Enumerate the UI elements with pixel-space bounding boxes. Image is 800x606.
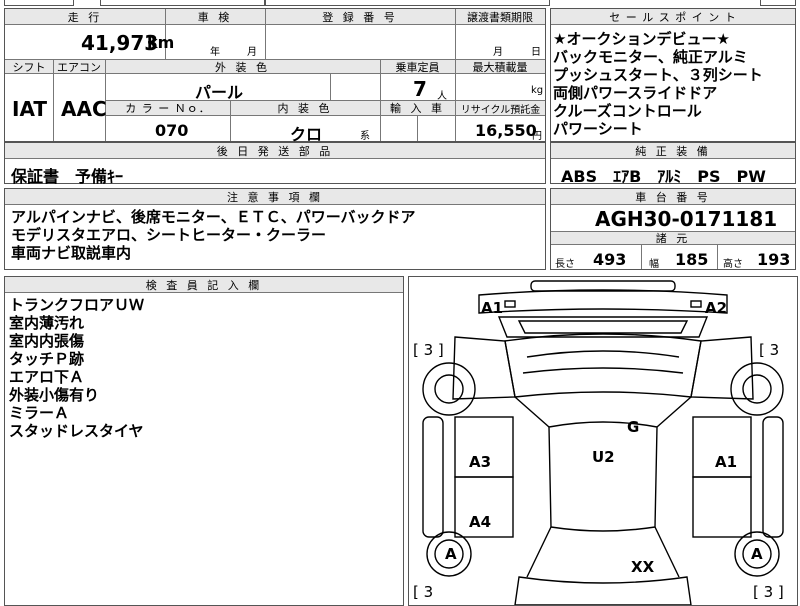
inspector-note: タッチＰ跡 xyxy=(9,350,85,368)
spec-length-label: 長さ xyxy=(555,259,575,270)
exterior-color-header: 外 装 色 xyxy=(105,60,380,74)
damage-mark-a-right-wheel: A xyxy=(751,545,763,563)
spec-height-label: 高さ xyxy=(723,259,743,270)
inspection-month-unit: 月 xyxy=(247,47,257,58)
note-line: 車両ナビ取説車内 xyxy=(11,244,132,262)
sales-point-item: クルーズコントロール xyxy=(553,102,702,120)
note-line: アルパインナビ、後席モニター、ＥＴＣ、パワーバックドア xyxy=(11,208,416,226)
inspector-notes-list: トランクフロアＵＷ 室内薄汚れ 室内内張傷 タッチＰ跡 エアロ下Ａ 外装小傷有り… xyxy=(9,296,144,440)
aircon-value: AAC xyxy=(61,97,107,121)
notes-list: アルパインナビ、後席モニター、ＥＴＣ、パワーバックドア モデリスタエアロ、シート… xyxy=(11,208,416,262)
car-outline-diagram xyxy=(422,280,784,605)
specs-header: 諸 元 xyxy=(551,231,795,245)
recycle-value: 16,550 xyxy=(475,121,537,140)
tread-depth-rear-right: [ 3 ] xyxy=(753,583,784,601)
transfer-day-unit: 日 xyxy=(531,47,541,58)
sales-point-list: ★オークションデビュー★ バックモニター、純正アルミ プッシュスタート、３列シー… xyxy=(553,30,763,138)
inspector-notes-header: 検 査 員 記 入 欄 xyxy=(5,277,403,293)
damage-mark-a4-left-rear: A4 xyxy=(469,513,492,531)
damage-mark-a1-right-door: A1 xyxy=(715,453,738,471)
damage-mark-xx-rear: XX xyxy=(631,558,655,576)
inspection-header: 車 検 xyxy=(165,9,265,25)
equipment-box: 純 正 装 備 ABS ｴｱB ｱﾙﾐ PS PW xyxy=(550,142,796,186)
inspector-note: 室内内張傷 xyxy=(9,332,85,350)
notes-box: 注 意 事 項 欄 アルパインナビ、後席モニター、ＥＴＣ、パワーバックドア モデ… xyxy=(4,188,546,270)
sales-point-item: 両側パワースライドドア xyxy=(553,84,718,102)
recycle-unit: 円 xyxy=(532,131,542,142)
equipment-header: 純 正 装 備 xyxy=(551,143,795,159)
damage-mark-u2-roof: U2 xyxy=(592,448,615,466)
chassis-header: 車 台 番 号 xyxy=(551,189,795,205)
shift-header: シフト xyxy=(5,60,53,74)
tread-depth-rear-left: [ 3 xyxy=(413,583,434,601)
sales-point-item: ★オークションデビュー★ xyxy=(553,30,730,48)
notes-header: 注 意 事 項 欄 xyxy=(5,189,545,205)
import-header: 輸 入 車 xyxy=(380,101,455,116)
inspector-note: エアロ下Ａ xyxy=(9,368,85,386)
inspector-note: 室内薄汚れ xyxy=(9,314,85,332)
vehicle-info-table: 走 行 車 検 登 録 番 号 譲渡書類期限 41,973 km 年 月 月 日… xyxy=(4,8,546,144)
color-no-value: 070 xyxy=(155,121,189,140)
damage-mark-a2-front-right: A2 xyxy=(705,299,728,317)
inspector-note: スタッドレスタイヤ xyxy=(9,422,144,440)
inspector-note: 外装小傷有り xyxy=(9,386,100,404)
inspection-year-unit: 年 xyxy=(210,47,220,58)
tread-depth-front-left: [ 3 ] xyxy=(413,341,444,359)
chassis-box: 車 台 番 号 AGH30-0171181 諸 元 長さ 493 幅 185 高… xyxy=(550,188,796,270)
transfer-month-unit: 月 xyxy=(493,47,503,58)
registration-header: 登 録 番 号 xyxy=(265,9,455,25)
sales-point-item: パワーシート xyxy=(553,120,643,138)
capacity-value: 7 xyxy=(413,77,427,101)
spec-height: 193 xyxy=(757,250,791,269)
note-line: モデリスタエアロ、シートヒーター・クーラー xyxy=(11,226,327,244)
aircon-header: エアコン xyxy=(53,60,105,74)
mileage-header: 走 行 xyxy=(5,9,165,25)
mileage-unit: km xyxy=(147,33,175,52)
tread-depth-front-right: [ 3 xyxy=(759,341,780,359)
chassis-number: AGH30-0171181 xyxy=(595,207,778,231)
inspector-note: ミラーＡ xyxy=(9,404,70,422)
max-load-unit: kg xyxy=(531,85,544,96)
sales-point-item: プッシュスタート、３列シート xyxy=(553,66,763,84)
capacity-header: 乗車定員 xyxy=(380,60,455,74)
recycle-header: リサイクル預託金 xyxy=(456,101,545,116)
later-parts-header: 後 日 発 送 部 品 xyxy=(5,143,545,159)
interior-suffix: 系 xyxy=(360,131,370,142)
spec-width: 185 xyxy=(675,250,709,269)
top-strip xyxy=(0,0,800,7)
transfer-deadline-header: 譲渡書類期限 xyxy=(455,9,545,25)
spec-length: 493 xyxy=(593,250,627,269)
inspector-notes-box: 検 査 員 記 入 欄 トランクフロアＵＷ 室内薄汚れ 室内内張傷 タッチＰ跡 … xyxy=(4,276,404,606)
sales-point-header: セ ー ル ス ポ イ ン ト xyxy=(551,9,795,25)
damage-mark-a1-front-left: A1 xyxy=(481,299,504,317)
max-load-header: 最大積載量 xyxy=(455,60,545,74)
car-diagram-box: A1 A2 G U2 A3 A1 A4 A A XX [ 3 ] [ 3 [ 3… xyxy=(408,276,798,606)
interior-color-header: 内 装 色 xyxy=(230,101,380,116)
shift-value: IAT xyxy=(12,97,48,121)
color-no-header: カ ラ ー Ｎｏ． xyxy=(106,101,230,116)
later-parts-box: 後 日 発 送 部 品 保証書 予備ｷｰ xyxy=(4,142,546,186)
inspector-note: トランクフロアＵＷ xyxy=(9,296,145,314)
later-parts-value: 保証書 予備ｷｰ xyxy=(11,167,124,186)
spec-width-label: 幅 xyxy=(649,259,659,270)
sales-point-item: バックモニター、純正アルミ xyxy=(553,48,748,66)
sales-point-box: セ ー ル ス ポ イ ン ト ★オークションデビュー★ バックモニター、純正ア… xyxy=(550,8,796,142)
damage-mark-g-windshield: G xyxy=(627,418,640,436)
damage-mark-a3-left-door: A3 xyxy=(469,453,492,471)
damage-mark-a-left-wheel: A xyxy=(445,545,457,563)
equipment-value: ABS ｴｱB ｱﾙﾐ PS PW xyxy=(561,167,766,186)
